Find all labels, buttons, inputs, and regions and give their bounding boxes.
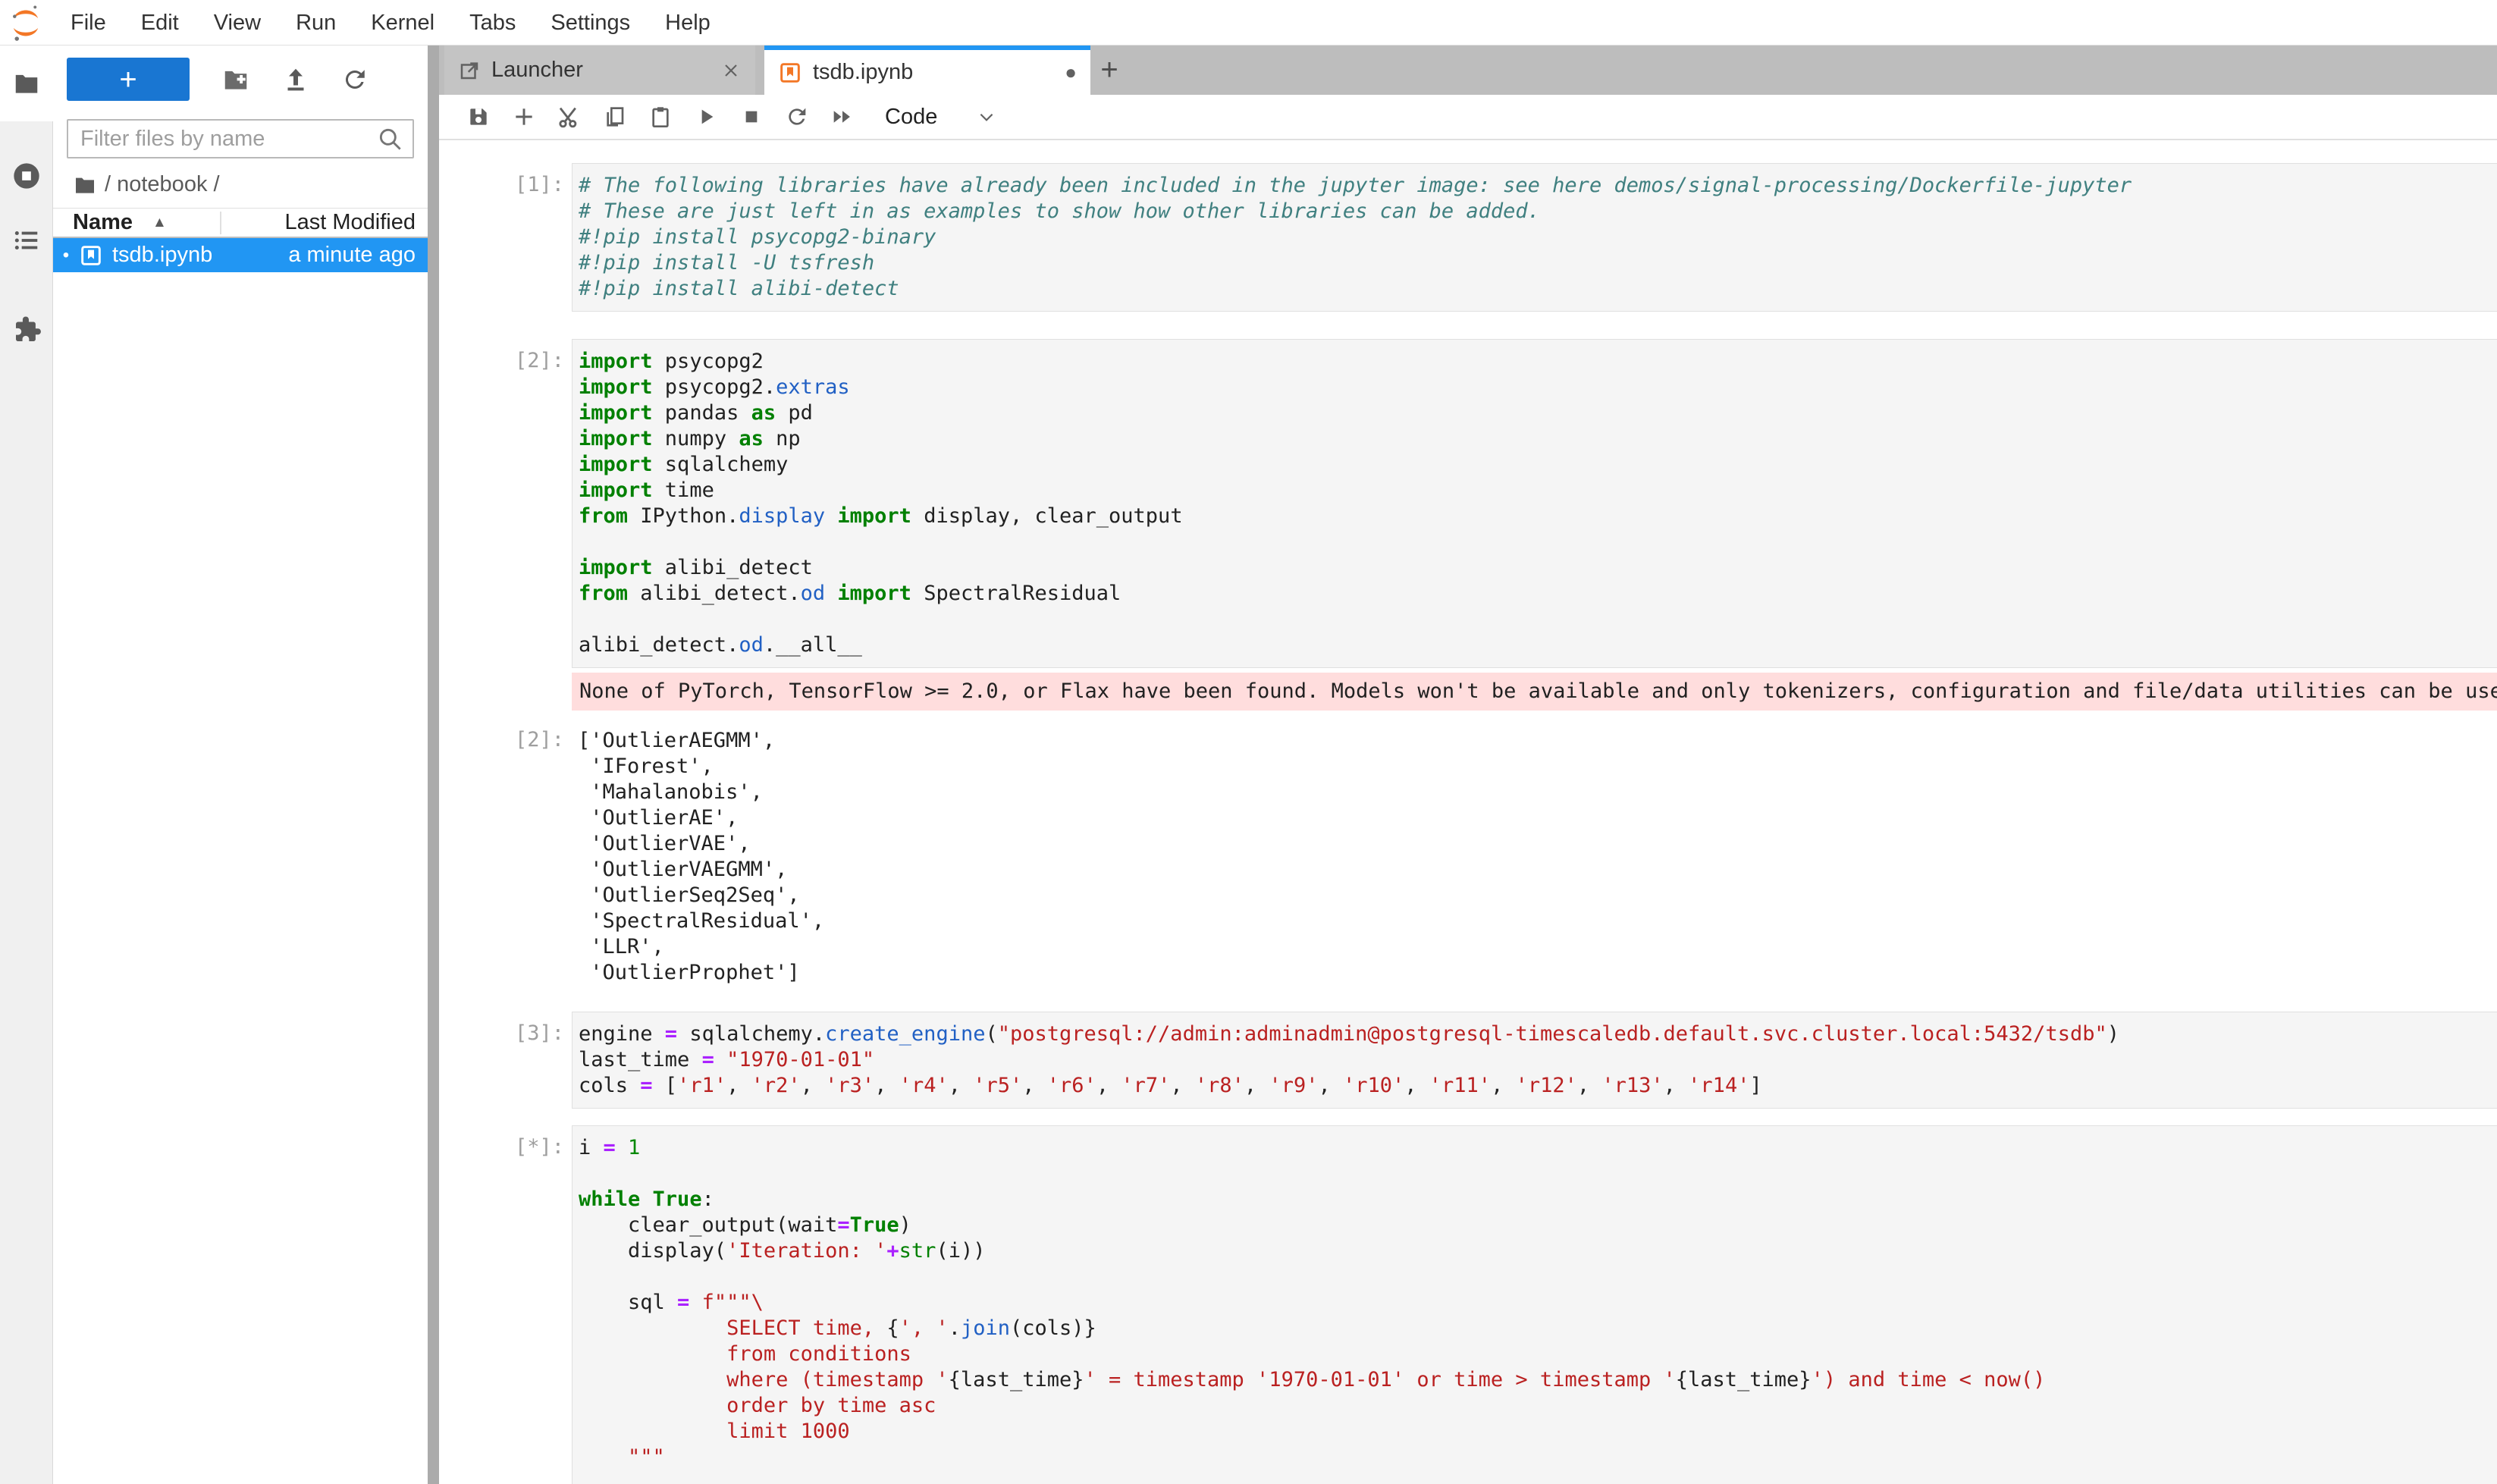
tab-tsdb-ipynb[interactable]: tsdb.ipynb ● bbox=[764, 45, 1090, 95]
rail-extensions[interactable] bbox=[0, 314, 53, 346]
menu-kernel[interactable]: Kernel bbox=[353, 0, 452, 45]
save-button[interactable] bbox=[456, 94, 501, 140]
cell-type-value: Code bbox=[885, 105, 937, 130]
code-cell-3: [3]: engine = sqlalchemy.create_engine("… bbox=[439, 1012, 2497, 1109]
file-browser-toolbar: + bbox=[53, 45, 428, 108]
execution-prompt: [3]: bbox=[485, 1012, 572, 1109]
breadcrumb-path: / notebook / bbox=[105, 172, 220, 197]
copy-cells-button[interactable] bbox=[592, 94, 638, 140]
list-icon bbox=[12, 226, 41, 255]
notebook-icon bbox=[778, 61, 802, 85]
rail-file-browser[interactable] bbox=[0, 45, 53, 121]
rail-running-sessions[interactable] bbox=[0, 161, 53, 191]
code-cell-4: [*]: i = 1 while True: clear_output(wait… bbox=[439, 1125, 2497, 1484]
file-name: tsdb.ipynb bbox=[112, 243, 212, 268]
upload-button[interactable] bbox=[282, 66, 309, 93]
restart-kernel-button[interactable] bbox=[774, 94, 820, 140]
puzzle-icon bbox=[11, 314, 42, 346]
jupyterlab-window: File Edit View Run Kernel Tabs Settings … bbox=[0, 0, 2497, 1484]
refresh-button[interactable] bbox=[341, 66, 369, 93]
sidebar-resize-handle[interactable] bbox=[428, 45, 439, 1484]
menu-bar: File Edit View Run Kernel Tabs Settings … bbox=[0, 0, 2497, 45]
output-prompt: [2]: bbox=[485, 718, 572, 986]
execute-result-row: [2]: ['OutlierAEGMM', 'IForest', 'Mahala… bbox=[439, 718, 2497, 986]
notebook-toolbar: Code bbox=[439, 95, 2497, 140]
code-cell-2-editor[interactable]: import psycopg2import psycopg2.extrasimp… bbox=[572, 339, 2497, 668]
paste-cells-button[interactable] bbox=[638, 94, 683, 140]
file-modified: a minute ago bbox=[212, 243, 428, 268]
sort-ascending-icon: ▲ bbox=[152, 215, 167, 231]
code-cell-2: [2]: import psycopg2import psycopg2.extr… bbox=[439, 339, 2497, 668]
stop-circle-icon bbox=[11, 161, 42, 191]
execution-prompt: [2]: bbox=[485, 339, 572, 668]
code-cell-4-editor[interactable]: i = 1 while True: clear_output(wait=True… bbox=[572, 1125, 2497, 1484]
file-browser-panel: + bbox=[53, 45, 428, 1484]
interrupt-kernel-button[interactable] bbox=[729, 94, 774, 140]
menu-file[interactable]: File bbox=[53, 0, 124, 45]
filter-files-container bbox=[67, 119, 414, 158]
new-launcher-button[interactable]: + bbox=[67, 58, 190, 101]
code-cell-3-editor[interactable]: engine = sqlalchemy.create_engine("postg… bbox=[572, 1012, 2497, 1109]
add-cell-button[interactable] bbox=[501, 94, 547, 140]
file-row-tsdb-ipynb[interactable]: • tsdb.ipynb a minute ago bbox=[53, 238, 428, 272]
output-prompt-empty bbox=[485, 673, 572, 711]
execution-prompt: [*]: bbox=[485, 1125, 572, 1484]
execution-prompt: [1]: bbox=[485, 163, 572, 312]
tab-label: Launcher bbox=[491, 58, 710, 83]
chevron-down-icon bbox=[977, 107, 996, 127]
menu-help[interactable]: Help bbox=[648, 0, 728, 45]
execute-result-text: ['OutlierAEGMM', 'IForest', 'Mahalanobis… bbox=[572, 718, 2497, 986]
kernel-running-indicator: • bbox=[53, 245, 79, 266]
dock-tab-bar: Launcher tsdb.ipynb ● + bbox=[439, 45, 2497, 95]
menu-edit[interactable]: Edit bbox=[124, 0, 196, 45]
unsaved-changes-indicator: ● bbox=[1065, 61, 1077, 84]
cut-cells-button[interactable] bbox=[547, 94, 592, 140]
launcher-icon bbox=[458, 59, 481, 82]
search-icon bbox=[376, 125, 405, 154]
run-cell-button[interactable] bbox=[683, 94, 729, 140]
file-list-header: Name ▲ Last Modified bbox=[53, 208, 428, 238]
close-icon[interactable] bbox=[720, 60, 742, 81]
restart-and-run-all-button[interactable] bbox=[820, 94, 865, 140]
menu-run[interactable]: Run bbox=[278, 0, 353, 45]
column-header-last-modified[interactable]: Last Modified bbox=[221, 210, 428, 235]
home-folder-icon[interactable] bbox=[73, 173, 97, 197]
menu-settings[interactable]: Settings bbox=[533, 0, 648, 45]
menu-tabs[interactable]: Tabs bbox=[452, 0, 533, 45]
new-folder-button[interactable] bbox=[221, 65, 250, 94]
folder-icon bbox=[12, 69, 41, 98]
filter-files-input[interactable] bbox=[67, 119, 414, 158]
cell-type-dropdown[interactable]: Code bbox=[885, 105, 996, 130]
stderr-warning-text: None of PyTorch, TensorFlow >= 2.0, or F… bbox=[572, 673, 2497, 711]
column-header-name[interactable]: Name ▲ bbox=[53, 210, 220, 235]
main-dock-panel: Launcher tsdb.ipynb ● + bbox=[439, 45, 2497, 1484]
tab-launcher[interactable]: Launcher bbox=[444, 45, 755, 95]
jupyter-logo-icon bbox=[6, 3, 45, 42]
left-sidebar-rail bbox=[0, 45, 53, 1484]
tab-label: tsdb.ipynb bbox=[813, 60, 1054, 85]
new-tab-button[interactable]: + bbox=[1090, 45, 1128, 95]
code-cell-1: [1]: # The following libraries have alre… bbox=[439, 163, 2497, 312]
code-cell-1-editor[interactable]: # The following libraries have already b… bbox=[572, 163, 2497, 312]
notebook-scroll-area[interactable]: [1]: # The following libraries have alre… bbox=[439, 140, 2497, 1484]
notebook-file-icon bbox=[79, 243, 103, 268]
breadcrumb[interactable]: / notebook / bbox=[53, 158, 428, 208]
stderr-output-row: None of PyTorch, TensorFlow >= 2.0, or F… bbox=[439, 673, 2497, 711]
menu-view[interactable]: View bbox=[196, 0, 278, 45]
rail-table-of-contents[interactable] bbox=[0, 226, 53, 255]
